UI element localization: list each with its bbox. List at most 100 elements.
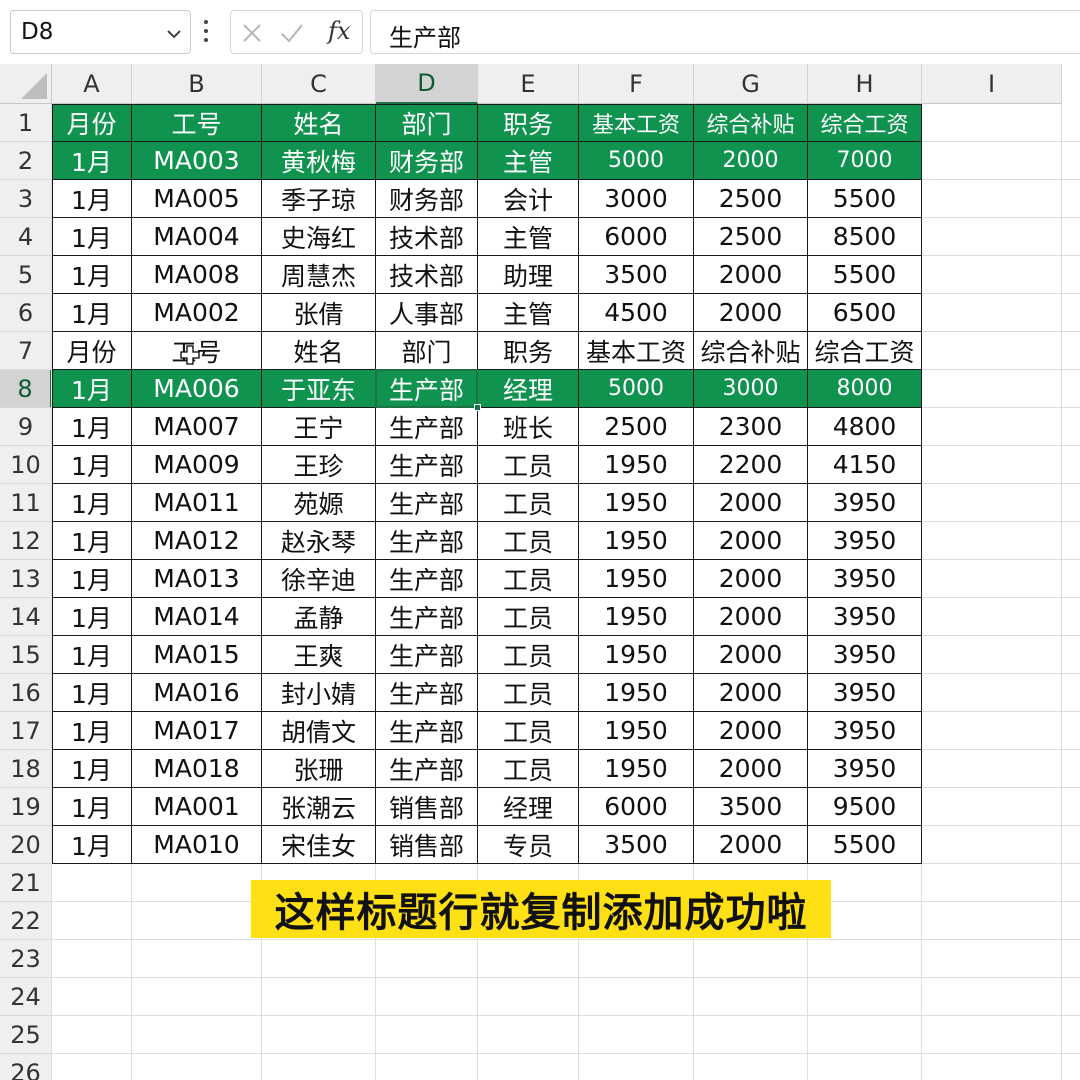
table-cell[interactable]: 2000: [694, 522, 808, 560]
table-cell[interactable]: 3950: [808, 522, 922, 560]
table-cell[interactable]: 3500: [579, 826, 694, 864]
table-cell[interactable]: 6500: [808, 294, 922, 332]
column-header-i[interactable]: I: [922, 64, 1062, 104]
table-cell[interactable]: 张倩: [262, 294, 376, 332]
table-cell[interactable]: 3000: [579, 180, 694, 218]
row-header-13[interactable]: 13: [0, 560, 52, 598]
formula-input[interactable]: 生产部: [370, 10, 1080, 54]
table-cell[interactable]: 生产部: [376, 408, 478, 446]
column-header-g[interactable]: G: [694, 64, 808, 104]
table-cell[interactable]: 苑嫄: [262, 484, 376, 522]
table-cell[interactable]: 2200: [694, 446, 808, 484]
table-cell[interactable]: 1月: [52, 674, 132, 712]
header-cell[interactable]: 生产部: [376, 370, 478, 408]
table-cell[interactable]: MA015: [132, 636, 262, 674]
table-cell[interactable]: 3950: [808, 484, 922, 522]
table-cell[interactable]: 人事部: [376, 294, 478, 332]
table-cell[interactable]: MA007: [132, 408, 262, 446]
table-cell[interactable]: 张珊: [262, 750, 376, 788]
table-cell[interactable]: MA009: [132, 446, 262, 484]
table-cell[interactable]: 基本工资: [579, 332, 694, 370]
table-cell[interactable]: 2000: [694, 750, 808, 788]
row-header-26[interactable]: 26: [0, 1054, 52, 1080]
table-cell[interactable]: 生产部: [376, 522, 478, 560]
table-cell[interactable]: MA017: [132, 712, 262, 750]
table-cell[interactable]: 综合补贴: [694, 332, 808, 370]
table-cell[interactable]: 技术部: [376, 256, 478, 294]
more-options-icon[interactable]: [203, 20, 209, 44]
table-cell[interactable]: 2500: [694, 180, 808, 218]
select-all-button[interactable]: [0, 64, 52, 104]
column-header-f[interactable]: F: [579, 64, 694, 104]
table-cell[interactable]: 2500: [694, 218, 808, 256]
chevron-down-icon[interactable]: [164, 24, 184, 44]
table-cell[interactable]: 生产部: [376, 484, 478, 522]
table-cell[interactable]: 1950: [579, 674, 694, 712]
table-cell[interactable]: MA014: [132, 598, 262, 636]
row-header-9[interactable]: 9: [0, 408, 52, 446]
table-cell[interactable]: 3950: [808, 598, 922, 636]
column-header-e[interactable]: E: [478, 64, 579, 104]
table-cell[interactable]: 月份: [52, 332, 132, 370]
table-cell[interactable]: 王珍: [262, 446, 376, 484]
table-cell[interactable]: MA005: [132, 180, 262, 218]
table-cell[interactable]: 生产部: [376, 560, 478, 598]
table-cell[interactable]: 1月: [52, 826, 132, 864]
table-cell[interactable]: 王爽: [262, 636, 376, 674]
table-cell[interactable]: MA010: [132, 826, 262, 864]
row-header-10[interactable]: 10: [0, 446, 52, 484]
table-cell[interactable]: 工员: [478, 522, 579, 560]
table-cell[interactable]: 工员: [478, 674, 579, 712]
row-header-24[interactable]: 24: [0, 978, 52, 1016]
row-header-23[interactable]: 23: [0, 940, 52, 978]
column-header-b[interactable]: B: [132, 64, 262, 104]
table-cell[interactable]: 2000: [694, 636, 808, 674]
insert-function-button[interactable]: fx: [328, 17, 350, 45]
header-cell[interactable]: MA003: [132, 142, 262, 180]
table-cell[interactable]: 周慧杰: [262, 256, 376, 294]
table-cell[interactable]: MA013: [132, 560, 262, 598]
table-cell[interactable]: 3500: [579, 256, 694, 294]
table-cell[interactable]: 王宁: [262, 408, 376, 446]
row-header-19[interactable]: 19: [0, 788, 52, 826]
table-cell[interactable]: MA008: [132, 256, 262, 294]
header-cell[interactable]: 基本工资: [579, 104, 694, 142]
table-cell[interactable]: 1月: [52, 180, 132, 218]
table-cell[interactable]: 技术部: [376, 218, 478, 256]
row-header-12[interactable]: 12: [0, 522, 52, 560]
table-cell[interactable]: 班长: [478, 408, 579, 446]
table-cell[interactable]: 生产部: [376, 750, 478, 788]
table-cell[interactable]: 4800: [808, 408, 922, 446]
header-cell[interactable]: 综合补贴: [694, 104, 808, 142]
table-cell[interactable]: MA002: [132, 294, 262, 332]
table-cell[interactable]: 季子琼: [262, 180, 376, 218]
table-cell[interactable]: 1月: [52, 408, 132, 446]
table-cell[interactable]: 职务: [478, 332, 579, 370]
table-cell[interactable]: 2000: [694, 560, 808, 598]
column-header-h[interactable]: H: [808, 64, 922, 104]
table-cell[interactable]: 4150: [808, 446, 922, 484]
header-cell[interactable]: MA006: [132, 370, 262, 408]
table-cell[interactable]: 2000: [694, 598, 808, 636]
row-header-14[interactable]: 14: [0, 598, 52, 636]
header-cell[interactable]: 月份: [52, 104, 132, 142]
table-cell[interactable]: 1950: [579, 560, 694, 598]
row-header-5[interactable]: 5: [0, 256, 52, 294]
table-cell[interactable]: 3950: [808, 674, 922, 712]
row-header-25[interactable]: 25: [0, 1016, 52, 1054]
check-icon[interactable]: [279, 20, 305, 46]
table-cell[interactable]: 3950: [808, 636, 922, 674]
column-header-c[interactable]: C: [262, 64, 376, 104]
table-cell[interactable]: 1月: [52, 560, 132, 598]
table-cell[interactable]: 2000: [694, 674, 808, 712]
table-cell[interactable]: 工员: [478, 712, 579, 750]
header-cell[interactable]: 职务: [478, 104, 579, 142]
table-cell[interactable]: 销售部: [376, 826, 478, 864]
table-cell[interactable]: MA018: [132, 750, 262, 788]
table-cell[interactable]: 2000: [694, 484, 808, 522]
row-header-21[interactable]: 21: [0, 864, 52, 902]
table-cell[interactable]: 1月: [52, 750, 132, 788]
header-cell[interactable]: 5000: [579, 370, 694, 408]
table-cell[interactable]: 4500: [579, 294, 694, 332]
table-cell[interactable]: 主管: [478, 218, 579, 256]
